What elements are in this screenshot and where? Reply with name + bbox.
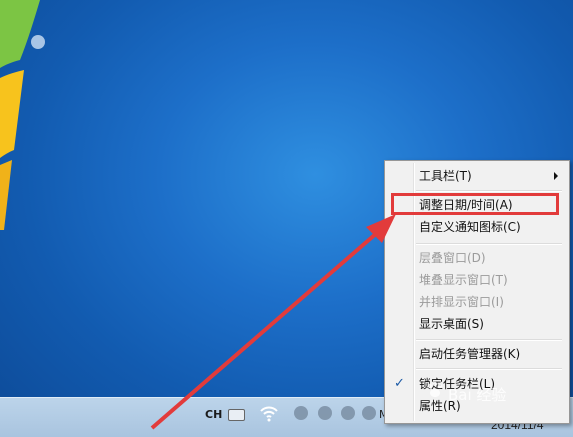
menu-item-label: 自定义通知图标(C): [419, 220, 521, 234]
tray-icon[interactable]: [362, 406, 376, 420]
menu-item-label: 堆叠显示窗口(T): [419, 273, 508, 287]
menu-item-stack-windows: 堆叠显示窗口(T): [388, 270, 564, 290]
menu-item-cascade-windows: 层叠窗口(D): [388, 248, 564, 268]
menu-separator: [416, 339, 562, 341]
menu-item-label: 并排显示窗口(I): [419, 295, 504, 309]
submenu-arrow-icon: [554, 172, 558, 180]
wifi-icon[interactable]: [259, 404, 279, 422]
menu-item-label: 启动任务管理器(K): [419, 347, 521, 361]
highlight-box: [391, 193, 559, 215]
windows-logo-icon: [0, 0, 45, 230]
menu-item-task-manager[interactable]: 启动任务管理器(K): [388, 344, 564, 364]
menu-separator: [416, 243, 562, 245]
menu-separator: [416, 190, 562, 192]
watermark-text: Bai 经验: [448, 386, 507, 404]
menu-item-show-desktop[interactable]: 显示桌面(S): [388, 314, 564, 334]
menu-item-toolbars[interactable]: 工具栏(T): [388, 166, 564, 186]
watermark-paw-icon: [427, 381, 443, 397]
keyboard-icon[interactable]: [228, 409, 245, 421]
menu-item-customize-notification-icons[interactable]: 自定义通知图标(C): [388, 217, 564, 237]
menu-separator: [416, 368, 562, 370]
menu-item-side-by-side-windows: 并排显示窗口(I): [388, 292, 564, 312]
checkmark-icon: ✓: [394, 376, 405, 391]
tray-icon[interactable]: [341, 406, 355, 420]
tray-icon[interactable]: [318, 406, 332, 420]
tray-icon[interactable]: [294, 406, 308, 420]
menu-item-label: 工具栏(T): [419, 169, 472, 183]
menu-item-label: 显示桌面(S): [419, 317, 484, 331]
language-indicator[interactable]: CH: [205, 408, 222, 421]
menu-item-label: 层叠窗口(D): [419, 251, 486, 265]
